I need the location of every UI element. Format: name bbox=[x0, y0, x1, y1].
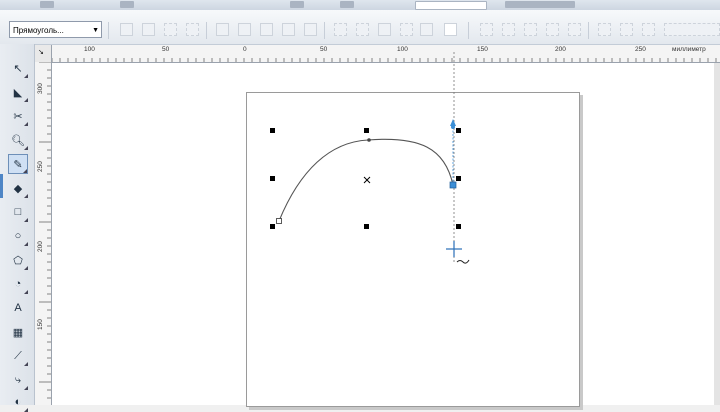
select-all-nodes-button[interactable] bbox=[546, 23, 559, 36]
vertical-ruler-ticks bbox=[39, 62, 51, 399]
toolbar-separator bbox=[468, 22, 469, 39]
ruler-units-label: миллиметр bbox=[672, 46, 706, 53]
shape-edit-icon[interactable]: ◣ bbox=[8, 82, 28, 102]
smooth-node-button[interactable] bbox=[282, 23, 295, 36]
h-tick-label: 200 bbox=[555, 46, 566, 53]
h-tick-label: 50 bbox=[320, 46, 328, 53]
add-node-button[interactable] bbox=[120, 23, 133, 36]
rotate-nodes-button[interactable] bbox=[420, 23, 433, 36]
polygon-icon[interactable]: ⬠ bbox=[8, 250, 28, 270]
elastic-mode-button[interactable] bbox=[524, 23, 537, 36]
to-line-button[interactable] bbox=[216, 23, 229, 36]
reverse-direction-button[interactable] bbox=[334, 23, 347, 36]
shape-type-value: Прямоуголь... bbox=[13, 26, 64, 35]
snap-button[interactable] bbox=[620, 23, 633, 36]
basic-shapes-icon[interactable]: ◔ bbox=[8, 274, 28, 294]
strip-button[interactable] bbox=[290, 1, 304, 8]
strip-field[interactable] bbox=[415, 1, 487, 10]
toolbar-separator bbox=[324, 22, 325, 39]
v-tick-label: 300 bbox=[37, 83, 44, 94]
smoothness-field[interactable] bbox=[664, 23, 720, 36]
join-nodes-button[interactable] bbox=[164, 23, 177, 36]
blend-icon[interactable]: ◐ bbox=[8, 392, 28, 412]
crop-icon[interactable]: ✂ bbox=[8, 106, 28, 126]
text-icon[interactable]: A bbox=[8, 298, 28, 318]
delete-node-button[interactable] bbox=[142, 23, 155, 36]
toolbar-separator bbox=[108, 22, 109, 39]
chevron-down-icon[interactable]: ▼ bbox=[92, 22, 99, 39]
strip-field[interactable] bbox=[505, 1, 575, 8]
ruler-origin-icon: ↘ bbox=[38, 49, 44, 56]
property-bar: Прямоуголь... ▼ bbox=[0, 10, 720, 45]
v-tick-label: 150 bbox=[37, 319, 44, 330]
reflect-v-button[interactable] bbox=[502, 23, 515, 36]
align-nodes-button[interactable] bbox=[444, 23, 457, 36]
v-tick-label: 250 bbox=[37, 161, 44, 172]
break-curve-button[interactable] bbox=[186, 23, 199, 36]
v-tick-label: 200 bbox=[37, 241, 44, 252]
h-tick-label: 250 bbox=[635, 46, 646, 53]
toolbox-edge-highlight bbox=[0, 174, 3, 198]
h-tick-label: 150 bbox=[477, 46, 488, 53]
toolbar-separator bbox=[206, 22, 207, 39]
horizontal-ruler-ticks bbox=[52, 58, 717, 62]
toolbox: ↖ ◣ ✂ 🔍︎ ✎ ◆ □ ○ ⬠ ◔ A ▦ ⟋ ⤷ ◐ bbox=[0, 44, 35, 412]
extract-subpath-button[interactable] bbox=[378, 23, 391, 36]
freehand-icon[interactable]: ✎ bbox=[8, 154, 28, 174]
dimension-icon[interactable]: ⟋ bbox=[8, 346, 28, 366]
h-tick-label: 100 bbox=[84, 46, 95, 53]
cusp-node-button[interactable] bbox=[260, 23, 273, 36]
ruler-origin-corner[interactable]: ↘ bbox=[35, 45, 52, 63]
curve-smoothness-button[interactable] bbox=[598, 23, 611, 36]
stretch-nodes-button[interactable] bbox=[400, 23, 413, 36]
toolbar-separator bbox=[588, 22, 589, 39]
symmetrical-node-button[interactable] bbox=[304, 23, 317, 36]
document-page[interactable] bbox=[246, 92, 580, 407]
to-curve-button[interactable] bbox=[238, 23, 251, 36]
strip-button[interactable] bbox=[40, 1, 54, 8]
horizontal-ruler[interactable]: 100 50 0 50 100 150 200 250 миллиметр bbox=[52, 45, 720, 63]
smart-fill-icon[interactable]: ◆ bbox=[8, 178, 28, 198]
vertical-ruler[interactable]: 300 250 200 150 bbox=[35, 62, 52, 405]
reduce-nodes-button[interactable] bbox=[568, 23, 581, 36]
shape-type-combo[interactable]: Прямоуголь... ▼ bbox=[9, 21, 102, 38]
strip-button[interactable] bbox=[120, 1, 134, 8]
vertical-scrollbar[interactable] bbox=[714, 63, 720, 405]
zoom-icon[interactable]: 🔍︎ bbox=[8, 130, 28, 150]
h-tick-label: 50 bbox=[162, 46, 170, 53]
pointer-icon[interactable]: ↖ bbox=[8, 58, 28, 78]
rectangle-icon[interactable]: □ bbox=[8, 202, 28, 222]
h-tick-label: 100 bbox=[397, 46, 408, 53]
options-button[interactable] bbox=[642, 23, 655, 36]
ellipse-icon[interactable]: ○ bbox=[8, 226, 28, 246]
strip-button[interactable] bbox=[340, 1, 354, 8]
table-icon[interactable]: ▦ bbox=[8, 322, 28, 342]
connector-icon[interactable]: ⤷ bbox=[8, 370, 28, 390]
extend-curve-button[interactable] bbox=[356, 23, 369, 36]
h-tick-label: 0 bbox=[243, 46, 247, 53]
reflect-h-button[interactable] bbox=[480, 23, 493, 36]
